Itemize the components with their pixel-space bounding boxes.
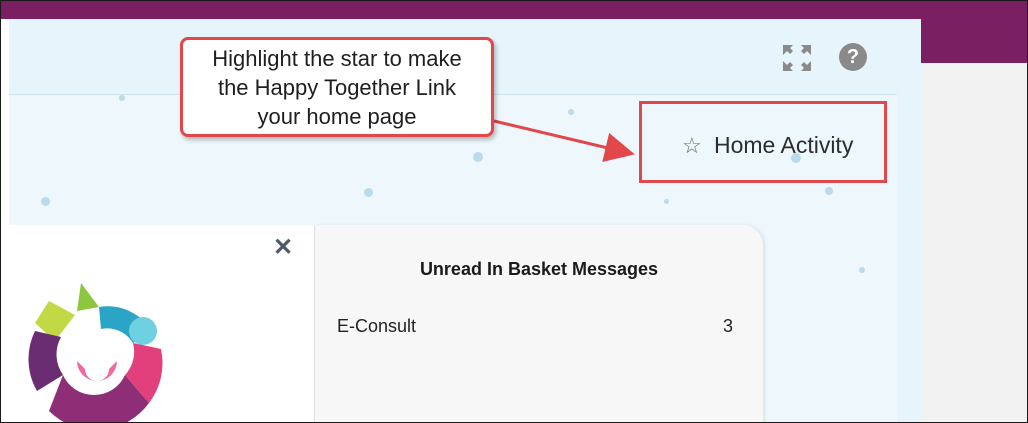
instruction-callout: Highlight the star to make the Happy Tog…: [180, 37, 494, 137]
happy-together-logo: [21, 271, 171, 422]
inbasket-row-label[interactable]: E-Consult: [337, 316, 416, 337]
close-icon[interactable]: ✕: [273, 233, 293, 262]
callout-line-1: Highlight the star to make: [212, 46, 462, 71]
callout-line-3: your home page: [257, 104, 417, 129]
callout-line-2: the Happy Together Link: [217, 75, 457, 100]
inbasket-row-count[interactable]: 3: [723, 316, 733, 337]
inbasket-title: Unread In Basket Messages: [419, 259, 659, 279]
screenshot-frame: ? ☆ Home Activity Highlight the star to …: [0, 0, 1028, 423]
